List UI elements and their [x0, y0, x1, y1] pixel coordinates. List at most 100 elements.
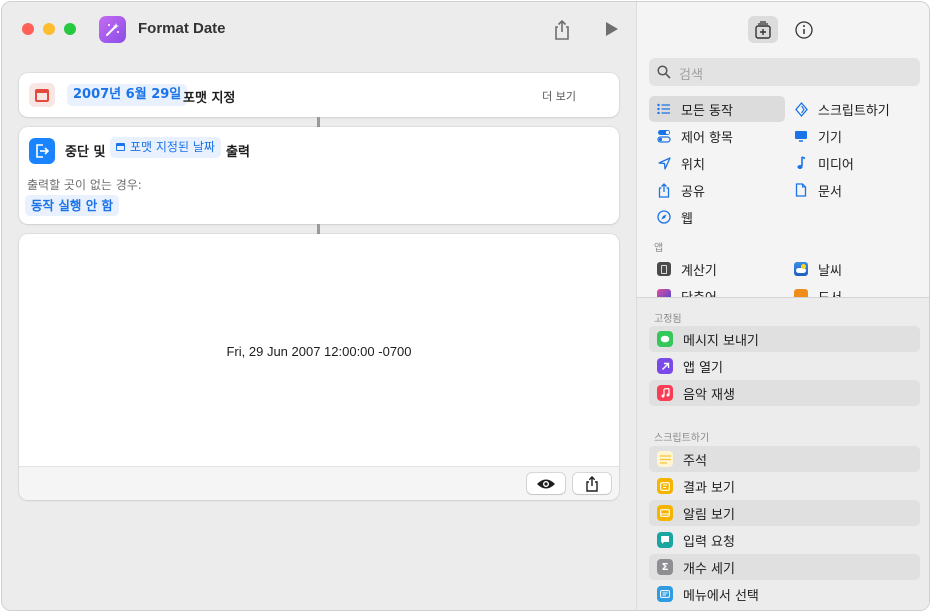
app-label: 도서 — [818, 287, 842, 297]
app-label: 단축어 — [681, 287, 717, 297]
action-prefix-label: 중단 및 — [65, 145, 106, 160]
no-output-label: 출력할 곳이 없는 경우: — [27, 178, 142, 192]
alert-icon — [657, 505, 673, 521]
action-library-tab[interactable] — [748, 16, 778, 43]
share-icon — [655, 181, 673, 199]
action-label: 알림 보기 — [683, 507, 735, 523]
search-placeholder: 검색 — [679, 68, 703, 83]
search-field[interactable]: 검색 — [649, 58, 920, 86]
action-label: 메뉴에서 선택 — [683, 588, 759, 604]
minimize-window-button[interactable] — [43, 23, 55, 35]
app-label: 날씨 — [818, 263, 842, 279]
action-choose-from-menu[interactable]: 메뉴에서 선택 — [649, 581, 920, 607]
category-devices[interactable]: 기기 — [786, 123, 922, 149]
calendar-icon — [116, 143, 125, 151]
toggle-icon — [655, 127, 673, 145]
action-show-alert[interactable]: 알림 보기 — [649, 500, 920, 526]
result-text: Fri, 29 Jun 2007 12:00:00 -0700 — [226, 344, 412, 359]
shortcut-editor: Format Date 2007년 6월 29일 포맷 지정 더 보기 중단 및… — [2, 2, 636, 610]
pinned-section-label: 고정됨 — [654, 314, 682, 325]
list-icon — [655, 100, 673, 118]
action-label: 앱 열기 — [683, 360, 724, 376]
lines-icon — [657, 451, 673, 467]
variable-token-label: 포맷 지정된 날짜 — [130, 140, 215, 154]
shortcut-icon[interactable] — [99, 16, 126, 43]
quote-icon — [657, 478, 673, 494]
app-calculator[interactable]: 계산기 — [649, 256, 785, 282]
music-icon — [657, 385, 673, 401]
quick-look-button[interactable] — [527, 473, 565, 494]
action-verb-label: 포맷 지정 — [183, 91, 236, 106]
category-label: 기기 — [818, 130, 842, 146]
category-label: 웹 — [681, 211, 693, 227]
app-books[interactable]: 도서 — [786, 283, 922, 297]
action-open-app[interactable]: 앱 열기 — [649, 353, 920, 379]
category-scripting[interactable]: 스크립트하기 — [786, 96, 922, 122]
action-play-music[interactable]: 음악 재생 — [649, 380, 920, 406]
action-ask-for-input[interactable]: 입력 요청 — [649, 527, 920, 553]
action-suffix-label: 출력 — [226, 145, 250, 160]
suggested-actions-panel: 고정됨 메시지 보내기 앱 열기 음악 재생 스크립트하기 주석 결과 보기 알… — [637, 298, 929, 610]
sigma-icon: Σ — [657, 559, 673, 575]
action-connector — [317, 224, 320, 234]
category-controls[interactable]: 제어 항목 — [649, 123, 785, 149]
stop-and-output-action[interactable]: 중단 및 포맷 지정된 날짜 출력 출력할 곳이 없는 경우: 동작 실행 안 … — [19, 127, 619, 224]
category-label: 공유 — [681, 184, 705, 200]
share-result-button[interactable] — [573, 473, 611, 494]
category-label: 제어 항목 — [681, 130, 733, 146]
format-date-action[interactable]: 2007년 6월 29일 포맷 지정 더 보기 — [19, 73, 619, 117]
close-window-button[interactable] — [22, 23, 34, 35]
action-show-result[interactable]: 결과 보기 — [649, 473, 920, 499]
share-icon[interactable] — [552, 19, 572, 41]
shortcut-details-tab[interactable] — [789, 16, 819, 43]
category-label: 모든 동작 — [681, 103, 733, 119]
apps-section-label: 앱 — [654, 243, 664, 254]
action-connector — [317, 117, 320, 127]
calculator-icon — [655, 260, 673, 278]
fallback-option-token[interactable]: 동작 실행 안 함 — [25, 195, 120, 216]
arrow-up-right-icon — [657, 358, 673, 374]
category-documents[interactable]: 문서 — [786, 177, 922, 203]
search-icon — [657, 65, 671, 79]
date-parameter-token[interactable]: 2007년 6월 29일 — [67, 84, 188, 106]
share-icon — [586, 475, 598, 492]
books-icon — [792, 287, 810, 297]
document-icon — [792, 181, 810, 199]
music-note-icon — [792, 154, 810, 172]
script-icon — [792, 100, 810, 118]
category-label: 문서 — [818, 184, 842, 200]
info-icon — [795, 20, 813, 39]
action-label: 결과 보기 — [683, 480, 735, 496]
shortcut-title[interactable]: Format Date — [138, 20, 226, 37]
category-label: 위치 — [681, 157, 705, 173]
category-all-actions[interactable]: 모든 동작 — [649, 96, 785, 122]
app-shortcuts[interactable]: 단축어 — [649, 283, 785, 297]
action-count[interactable]: Σ 개수 세기 — [649, 554, 920, 580]
weather-icon — [792, 260, 810, 278]
formatted-date-variable-token[interactable]: 포맷 지정된 날짜 — [110, 137, 221, 158]
compass-icon — [655, 208, 673, 226]
shortcuts-window: Format Date 2007년 6월 29일 포맷 지정 더 보기 중단 및… — [1, 1, 930, 611]
scripting-section-label: 스크립트하기 — [654, 433, 710, 444]
zoom-window-button[interactable] — [64, 23, 76, 35]
action-send-message[interactable]: 메시지 보내기 — [649, 326, 920, 352]
action-label: 주석 — [683, 453, 707, 469]
run-shortcut-button[interactable] — [606, 22, 618, 36]
category-location[interactable]: 위치 — [649, 150, 785, 176]
action-label: 음악 재생 — [683, 387, 735, 403]
app-weather[interactable]: 날씨 — [786, 256, 922, 282]
menu-icon — [657, 586, 673, 602]
exit-icon — [29, 138, 55, 164]
action-library-sidebar: 검색 모든 동작 제어 항목 위치 공유 웹 스크립트하기 기기 미디어 문서 … — [636, 2, 929, 610]
result-footer — [19, 466, 619, 500]
ask-icon — [657, 532, 673, 548]
action-label: 입력 요청 — [683, 534, 735, 550]
app-label: 계산기 — [681, 263, 717, 279]
location-icon — [655, 154, 673, 172]
category-sharing[interactable]: 공유 — [649, 177, 785, 203]
category-web[interactable]: 웹 — [649, 204, 785, 230]
action-comment[interactable]: 주석 — [649, 446, 920, 472]
category-media[interactable]: 미디어 — [786, 150, 922, 176]
show-more-button[interactable]: 더 보기 — [542, 88, 576, 104]
library-plus-icon — [755, 20, 771, 39]
